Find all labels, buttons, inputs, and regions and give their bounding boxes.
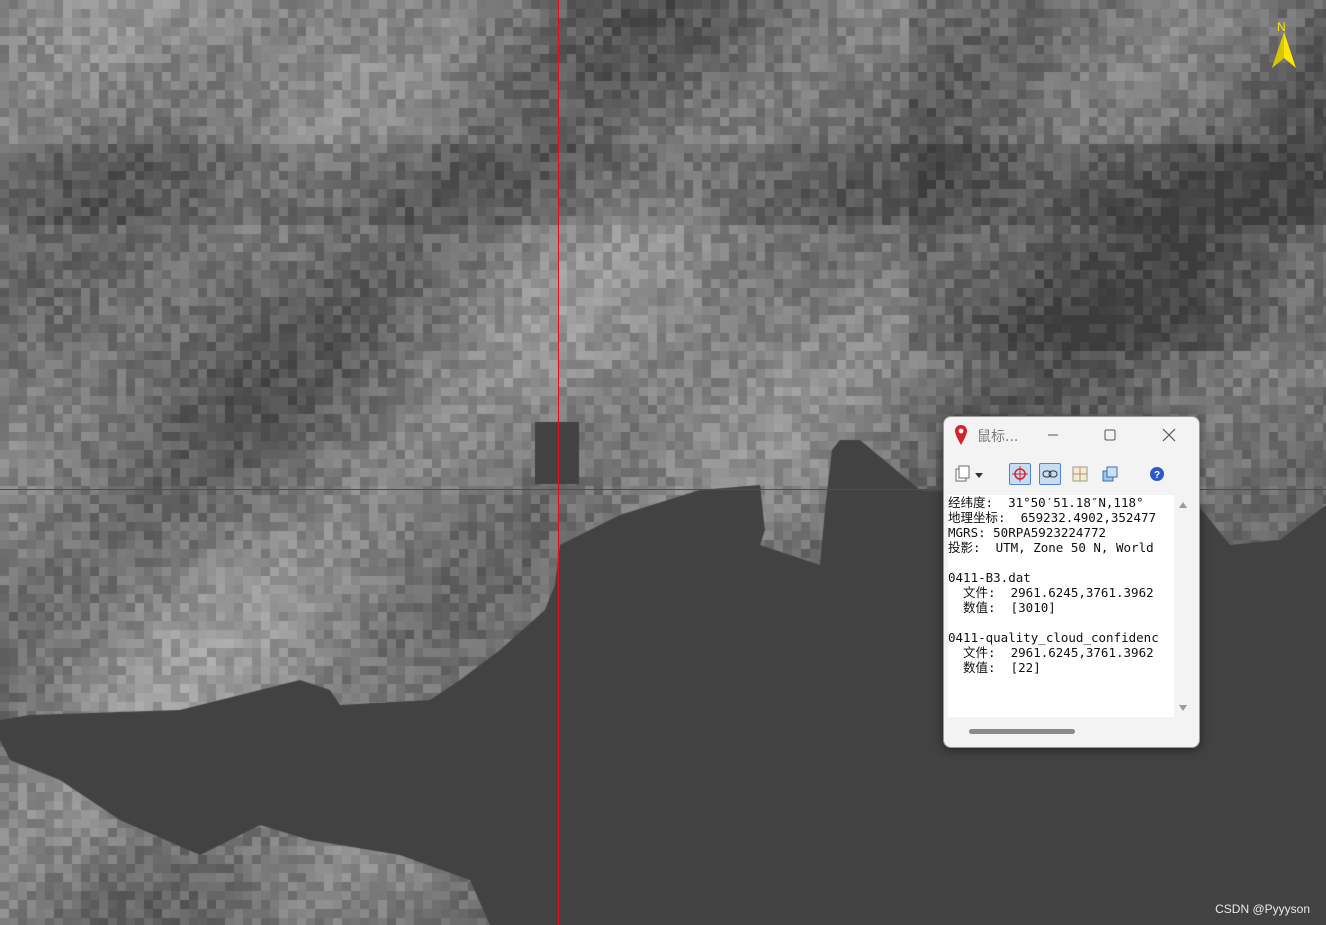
close-button[interactable] (1149, 421, 1189, 449)
maximize-icon (1104, 429, 1116, 441)
map-pin-icon (955, 425, 967, 445)
info-line: 地理坐标: 659232.4902,352477 (948, 510, 1157, 525)
info-line: MGRS: 50RPA5923224772 (948, 525, 1107, 540)
info-line: 文件: 2961.6245,3761.3962 (948, 585, 1154, 600)
horizontal-scrollbar[interactable] (948, 722, 1192, 740)
copy-dropdown-icon (955, 465, 983, 482)
info-line: 数值: [22] (948, 660, 1041, 675)
svg-text:?: ? (1154, 470, 1160, 481)
window-toolbar: ? (944, 461, 1199, 489)
link-icon (1042, 470, 1058, 478)
layers-icon (1102, 466, 1118, 482)
scroll-arrows-icon (1179, 502, 1187, 711)
grid-icon (1072, 466, 1088, 482)
minimize-button[interactable] (1033, 421, 1073, 449)
info-line (948, 555, 1174, 570)
layers-button[interactable] (1099, 463, 1121, 485)
maximize-button[interactable] (1090, 421, 1130, 449)
cursor-info-text[interactable]: 经纬度: 31°50′51.18″N,118° 地理坐标: 659232.4902… (948, 495, 1174, 717)
close-icon (1162, 428, 1176, 442)
info-line: 文件: 2961.6245,3761.3962 (948, 645, 1154, 660)
info-line: 投影: UTM, Zone 50 N, World (948, 540, 1154, 555)
window-titlebar[interactable]: 鼠标... (944, 417, 1199, 451)
crosshair-locate-icon (1012, 466, 1028, 482)
crosshair-locate-button[interactable] (1009, 463, 1031, 485)
info-line: 0411-quality_cloud_confidenc (948, 630, 1159, 645)
horizontal-scroll-thumb[interactable] (969, 729, 1075, 734)
grid-button[interactable] (1069, 463, 1091, 485)
info-line: 经纬度: 31°50′51.18″N,118° (948, 495, 1144, 510)
help-icon: ? (1150, 467, 1164, 481)
copy-dropdown-button[interactable] (953, 463, 985, 485)
info-line (948, 615, 1174, 630)
crosshair-vertical-line (558, 0, 559, 925)
north-arrow-icon (1272, 32, 1296, 68)
window-title: 鼠标... (977, 429, 1019, 445)
info-line: 0411-B3.dat (948, 570, 1031, 585)
vertical-scrollbar[interactable] (1174, 495, 1192, 717)
help-button[interactable]: ? (1146, 463, 1168, 485)
info-line: 数值: [3010] (948, 600, 1056, 615)
watermark: CSDN @Pyyyson (1215, 902, 1310, 916)
cursor-value-window[interactable]: 鼠标... ? 经纬度: 31°50′51.18″N,118° 地理坐标: 65… (943, 416, 1200, 748)
minimize-icon (1048, 434, 1058, 436)
link-button[interactable] (1039, 463, 1061, 485)
